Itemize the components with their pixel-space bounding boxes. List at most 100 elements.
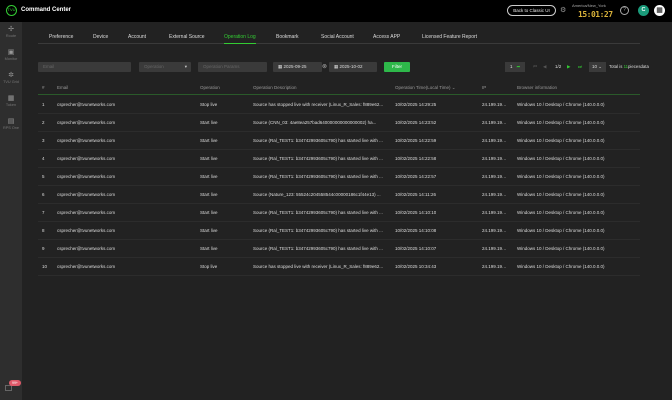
clock-display: 15:01:27 xyxy=(578,10,613,19)
go-arrow-icon[interactable]: ➦ xyxy=(517,64,521,69)
table-cell: Source (Ral_TEST1: b34742993605c790) has… xyxy=(253,210,383,215)
table-header: # Email Operation Operation Description Oper… xyxy=(38,81,640,95)
table-cell: Start live xyxy=(200,156,218,161)
table-cell: 10/02/2025 14:22:59 xyxy=(395,138,437,143)
table-cell: csprecher@tvunetworks.com xyxy=(57,264,116,269)
table-row[interactable]: 4 csprecher@tvunetworks.com Start live Sour… xyxy=(38,150,640,168)
route-icon: ✢ xyxy=(8,26,14,33)
last-page-icon[interactable]: ⏭ xyxy=(578,62,582,72)
avatar[interactable]: C xyxy=(638,5,649,16)
back-to-classic-button[interactable]: Back to Classic UI xyxy=(507,5,556,16)
notification-badge: 99+ xyxy=(9,380,21,386)
table-cell: Start live xyxy=(200,138,218,143)
timezone-label: America/New_York xyxy=(572,3,606,8)
operation-params-input[interactable]: Operation Params xyxy=(198,62,267,72)
table-row[interactable]: 3 csprecher@tvunetworks.com Start live Sour… xyxy=(38,132,640,150)
tab-device[interactable]: Device xyxy=(93,34,108,40)
tab-access-app[interactable]: Access APP xyxy=(373,34,400,40)
grid-network-icon: ✲ xyxy=(8,72,14,79)
page-info: 1/2 xyxy=(555,64,562,69)
tab-external-source[interactable]: External Source xyxy=(169,34,205,40)
table-cell: 24.199.197.... xyxy=(482,228,509,233)
table-cell: Source (Ral_TEST1: b34742993605c790) has… xyxy=(253,174,383,179)
settings-gear-icon[interactable]: ⚙ xyxy=(560,6,566,14)
clear-date-icon[interactable]: ⊗ xyxy=(322,63,327,70)
first-page-icon[interactable]: ⏮ xyxy=(533,62,537,72)
table-row[interactable]: 10 csprecher@tvunetworks.com Stop live Sour… xyxy=(38,258,640,276)
table-cell: csprecher@tvunetworks.com xyxy=(57,192,116,197)
tab-social-account[interactable]: Social Account xyxy=(321,34,354,40)
table-cell: csprecher@tvunetworks.com xyxy=(57,228,116,233)
sidebar-item-rps-one[interactable]: ▤ RPS One xyxy=(0,118,22,130)
table-cell: 24.199.197.... xyxy=(482,192,509,197)
page-size-value: 10 xyxy=(592,64,598,69)
table-row[interactable]: 7 csprecher@tvunetworks.com Start live Sour… xyxy=(38,204,640,222)
table-cell: Source (Ral_TEST1: b34742993605c790) has… xyxy=(253,246,383,251)
monitor-icon: ▣ xyxy=(7,49,15,56)
table-cell: Start live xyxy=(200,246,218,251)
filter-button[interactable]: Filter xyxy=(384,62,410,72)
table-cell: Source (Ral_TEST1: b34742993605c790) has… xyxy=(253,138,383,143)
total-prefix: Total is xyxy=(609,64,624,69)
column-header: # xyxy=(42,85,45,90)
sidebar-item-label: Token xyxy=(5,103,17,107)
table-cell: 5 xyxy=(42,174,45,179)
page-jump-input[interactable]: 1 ➦ xyxy=(505,62,525,72)
start-date-input[interactable]: ▦ 2025-09-25 xyxy=(273,62,322,72)
chevron-down-icon: ▾ xyxy=(184,64,187,69)
table-cell: 10 xyxy=(42,264,48,269)
column-header: IP xyxy=(482,85,487,90)
table-cell: Source (CNN_03: 4ae8ea257bad640000000000… xyxy=(253,120,377,125)
sidebar-item-route[interactable]: ✢ Route xyxy=(0,26,22,38)
email-input[interactable]: Email xyxy=(38,62,131,72)
column-header[interactable]: Operation Time(Local Time) ⌄ xyxy=(395,81,456,95)
help-icon[interactable]: ? xyxy=(620,6,629,15)
apps-grid-icon[interactable]: ▦ xyxy=(654,5,665,16)
sidebar-item-tvu-grid[interactable]: ✲ TVU Grid xyxy=(0,72,22,84)
tab-account[interactable]: Account xyxy=(128,34,146,40)
table-row[interactable]: 6 csprecher@tvunetworks.com Start live Sour… xyxy=(38,186,640,204)
table-cell: Source (Nature_123: 55524c204558544c0000… xyxy=(253,192,381,197)
table-cell: Windows 10 / Desktop / Chrome (140.0.0.0… xyxy=(517,102,605,107)
sidebar: ✢ Route ▣ Monitor ✲ TVU Grid ▦ Token ▤ RPS One xyxy=(0,22,22,400)
sidebar-item-label: Route xyxy=(5,34,17,38)
table-cell: csprecher@tvunetworks.com xyxy=(57,120,116,125)
table-cell: 10/02/2025 14:10:07 xyxy=(395,246,437,251)
operation-placeholder: Operation xyxy=(144,64,164,69)
table-cell: 4 xyxy=(42,156,45,161)
table-row[interactable]: 1 csprecher@tvunetworks.com Stop live Sourc… xyxy=(38,96,640,114)
page-size-select[interactable]: 10 ⌄ xyxy=(589,62,606,72)
tab-licensed-feature-report[interactable]: Licensed Feature Report xyxy=(422,34,477,40)
table-cell: Start live xyxy=(200,120,218,125)
tab-bookmark[interactable]: Bookmark xyxy=(276,34,299,40)
table-cell: 7 xyxy=(42,210,45,215)
table-cell: 3 xyxy=(42,138,45,143)
table-cell: 6 xyxy=(42,192,45,197)
table-row[interactable]: 5 csprecher@tvunetworks.com Start live Sour… xyxy=(38,168,640,186)
tab-operation-log[interactable]: Operation Log xyxy=(224,34,256,45)
tab-preference[interactable]: Preference xyxy=(49,34,73,40)
end-date: 2025-10-02 xyxy=(339,64,363,69)
table-cell: csprecher@tvunetworks.com xyxy=(57,246,116,251)
table-cell: Stop live xyxy=(200,102,218,107)
end-date-input[interactable]: ▦ 2025-10-02 xyxy=(329,62,377,72)
table-cell: 24.199.197.... xyxy=(482,138,509,143)
table-cell: Source (Ral_TEST1: b34742993605c790) has… xyxy=(253,228,383,233)
table-cell: Stop live xyxy=(200,264,218,269)
table-cell: Windows 10 / Desktop / Chrome (140.0.0.0… xyxy=(517,210,605,215)
table-row[interactable]: 9 csprecher@tvunetworks.com Start live Sour… xyxy=(38,240,640,258)
prev-page-icon[interactable]: ◀ xyxy=(543,62,546,72)
table-cell: 24.199.197.... xyxy=(482,120,509,125)
table-cell: 24.199.197.... xyxy=(482,102,509,107)
next-page-icon[interactable]: ▶ xyxy=(567,62,570,72)
sidebar-item-monitor[interactable]: ▣ Monitor xyxy=(0,49,22,61)
sidebar-item-token[interactable]: ▦ Token xyxy=(0,95,22,107)
table-cell: csprecher@tvunetworks.com xyxy=(57,156,116,161)
table-row[interactable]: 2 csprecher@tvunetworks.com Start live Sour… xyxy=(38,114,640,132)
table-cell: 24.199.197.... xyxy=(482,264,509,269)
table-row[interactable]: 8 csprecher@tvunetworks.com Start live Sour… xyxy=(38,222,640,240)
table-cell: Source has stopped live with receiver (L… xyxy=(253,102,384,107)
sidebar-item-label: RPS One xyxy=(2,126,20,130)
operation-select[interactable]: Operation ▾ xyxy=(139,62,191,72)
table-cell: Windows 10 / Desktop / Chrome (140.0.0.0… xyxy=(517,192,605,197)
